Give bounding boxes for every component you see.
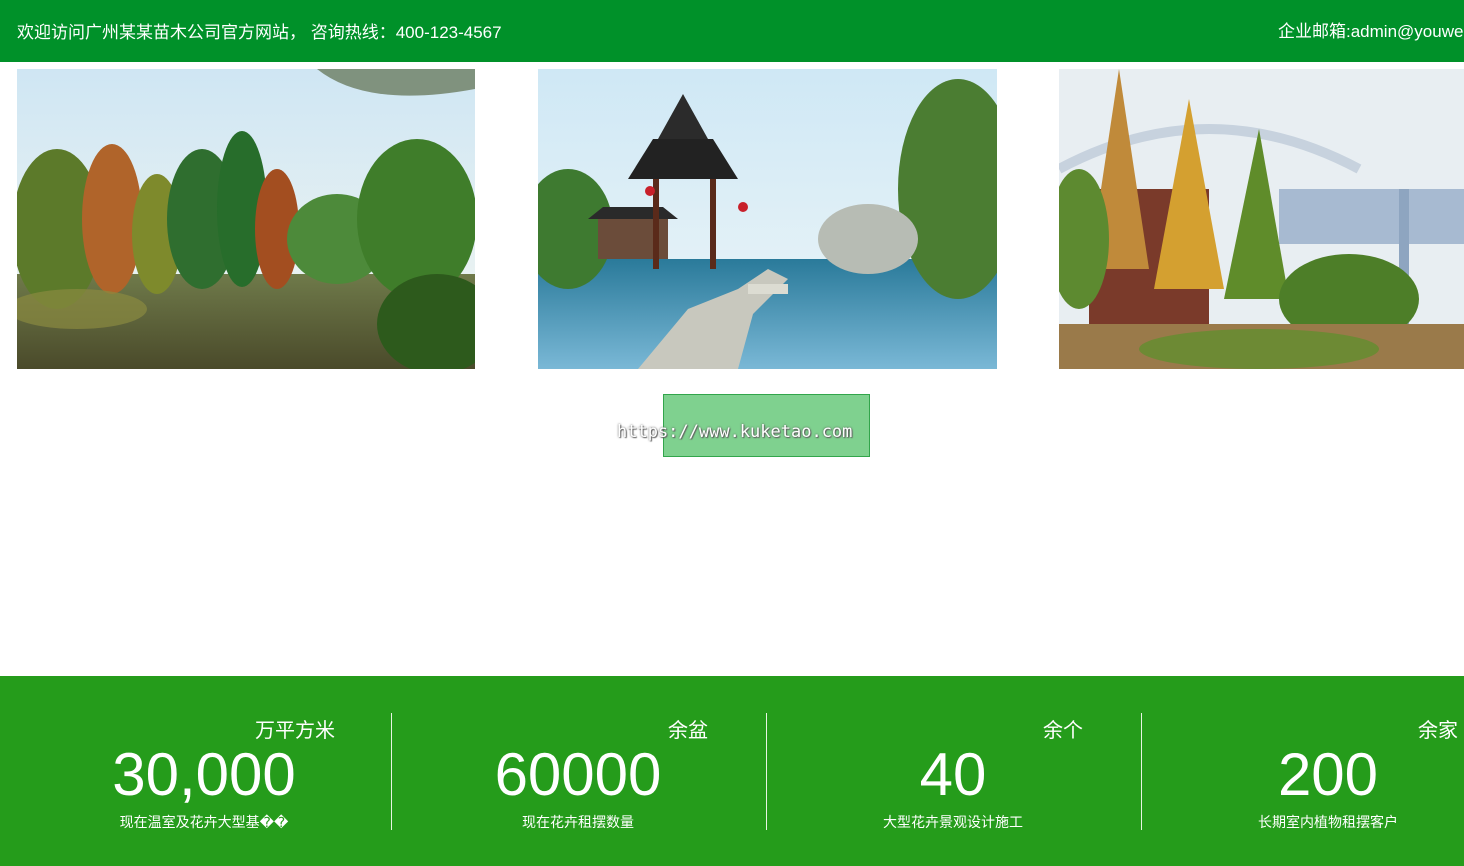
top-header-bar: 欢迎访问广州某某苗木公司官方网站， 咨询热线：400-123-4567 企业邮箱… bbox=[0, 0, 1464, 62]
gallery-image-bridge[interactable] bbox=[1059, 69, 1464, 369]
stat-unit: 万平方米 bbox=[255, 720, 335, 742]
stat-value: 60000 bbox=[494, 741, 662, 808]
gallery-image-lake[interactable] bbox=[17, 69, 475, 369]
watermark-url-text: https://www.kuketao.com bbox=[617, 422, 853, 442]
bridge-photo-illustration bbox=[1059, 69, 1464, 369]
stat-value: 40 bbox=[919, 741, 987, 808]
stat-description: 现在温室及花卉大型基�� bbox=[119, 814, 289, 830]
welcome-hotline-text: 欢迎访问广州某某苗木公司官方网站， 咨询热线：400-123-4567 bbox=[17, 23, 502, 42]
pavilion-photo-illustration bbox=[538, 69, 997, 369]
stats-banner: 万平方米 30,000 现在温室及花卉大型基�� 余盆 60000 现在花卉租摆… bbox=[0, 676, 1464, 866]
stat-rental-pots: 余盆 60000 现在花卉租摆数量 bbox=[428, 676, 728, 866]
stat-description: 大型花卉景观设计施工 bbox=[883, 814, 1023, 830]
stat-divider bbox=[1141, 713, 1142, 830]
stat-divider bbox=[766, 713, 767, 830]
stat-landscape-projects: 余个 40 大型花卉景观设计施工 bbox=[803, 676, 1103, 866]
lake-photo-illustration bbox=[17, 69, 475, 369]
company-email-text[interactable]: 企业邮箱:admin@youwe bbox=[1278, 17, 1463, 42]
stat-value: 30,000 bbox=[112, 741, 296, 808]
stat-divider bbox=[391, 713, 392, 830]
gallery-image-pavilion[interactable] bbox=[538, 69, 997, 369]
stat-long-term-clients: 余家 200 长期室内植物租摆客户 bbox=[1164, 676, 1464, 866]
stat-description: 长期室内植物租摆客户 bbox=[1258, 814, 1398, 830]
stat-value: 200 bbox=[1277, 741, 1379, 808]
stat-unit: 余家 bbox=[1418, 720, 1458, 742]
stat-description: 现在花卉租摆数量 bbox=[522, 814, 634, 830]
stat-greenhouse-area: 万平方米 30,000 现在温室及花卉大型基�� bbox=[54, 676, 354, 866]
stat-unit: 余盆 bbox=[668, 720, 708, 742]
stat-unit: 余个 bbox=[1043, 720, 1083, 742]
